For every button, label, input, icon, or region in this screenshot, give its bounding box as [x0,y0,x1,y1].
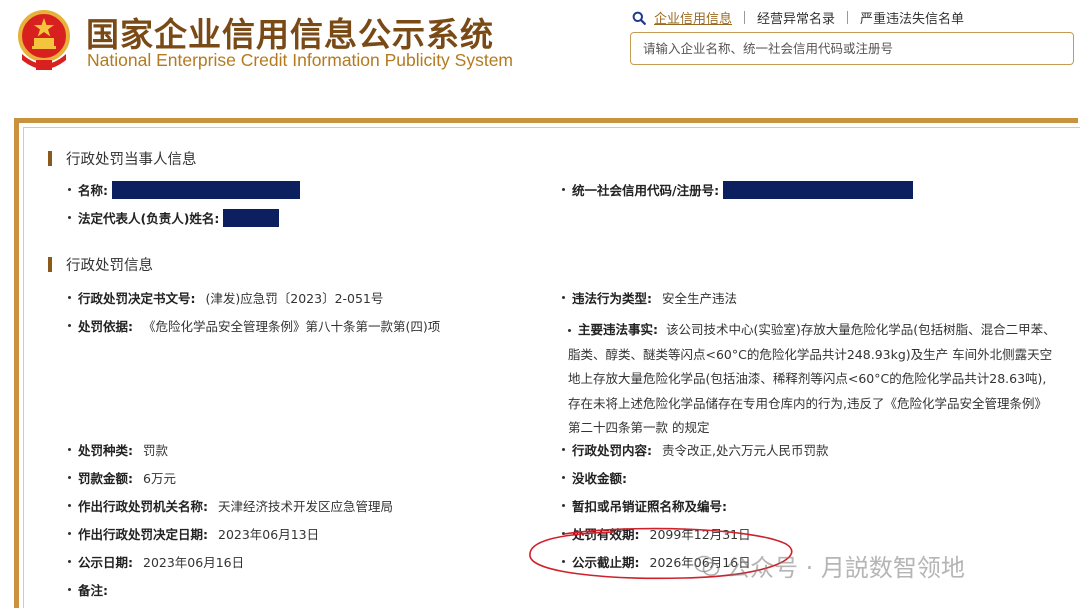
field-label: 行政处罚决定书文号: [78,291,196,306]
field-value: 该公司技术中心(实验室)存放大量危险化学品(包括树脂、混合二甲苯、脂类、醇类、醚… [568,322,1056,435]
bullet-icon [562,448,565,451]
watermark: 公众号 · 月説数智领地 [694,548,965,583]
site-subtitle-en: National Enterprise Credit Information P… [87,50,514,70]
field-value: 罚款 [143,443,169,458]
bullet-icon [68,588,71,591]
nav-blacklist[interactable]: 严重违法失信名单 [848,8,976,27]
bullet-icon [68,476,71,479]
redacted-legal-rep [223,208,280,227]
field-label: 处罚有效期: [572,527,640,542]
nav-enterprise-info[interactable]: 企业信用信息 [654,8,744,27]
field-publicity-date: 公示日期: 2023年06月16日 [68,552,244,571]
field-value: 安全生产违法 [662,291,738,306]
site-title: 国家企业信用信息公示系统 [86,15,494,54]
field-value: 《危险化学品安全管理条例》第八十条第一款第(四)项 [143,319,441,334]
field-penalty-content: 行政处罚内容: 责令改正,处六万元人民币罚款 [562,440,828,459]
bullet-icon [568,329,571,332]
field-label: 备注: [78,583,108,598]
bullet-icon [68,532,71,535]
site-header: 国家企业信用信息公示系统 National Enterprise Credit … [0,0,1080,108]
bullet-icon [68,216,71,219]
field-license: 暂扣或吊销证照名称及编号: [562,496,737,515]
field-decision-no: 行政处罚决定书文号: (津发)应急罚〔2023〕2-051号 [68,288,383,307]
section-title-penalty: 行政处罚信息 [48,254,153,275]
field-label: 违法行为类型: [572,291,652,306]
field-legal-rep: 法定代表人(负责人)姓名: [68,208,280,227]
field-violation-type: 违法行为类型: 安全生产违法 [562,288,737,307]
field-fine-amount: 罚款金额: 6万元 [68,468,176,487]
bullet-icon [562,188,565,191]
field-value: 2099年12月31日 [649,527,751,542]
watermark-text: 公众号 · 月説数智领地 [726,554,965,582]
redacted-name [112,180,300,199]
bullet-icon [562,560,565,563]
bullet-icon [562,296,565,299]
field-value: 2023年06月13日 [218,527,320,542]
field-value: (津发)应急罚〔2023〕2-051号 [205,291,384,306]
field-label: 公示截止期: [572,555,640,570]
field-confiscation: 没收金额: [562,468,637,487]
field-label: 作出行政处罚决定日期: [78,527,208,542]
field-label: 作出行政处罚机关名称: [78,499,208,514]
section-marker [48,151,52,166]
section-title-party: 行政处罚当事人信息 [48,148,197,169]
search-box [630,32,1074,65]
section-title-text: 行政处罚信息 [66,258,153,274]
field-label: 公示日期: [78,555,133,570]
field-basis: 处罚依据: 《危险化学品安全管理条例》第八十条第一款第(四)项 [68,316,440,335]
nav-abnormal-list[interactable]: 经营异常名录 [745,8,847,27]
field-label: 名称: [78,183,108,198]
redacted-credit-code [723,180,914,199]
field-label: 处罚依据: [78,319,133,334]
search-input[interactable] [631,33,1073,64]
field-label: 行政处罚内容: [572,443,652,458]
field-label: 罚款金额: [78,471,133,486]
bullet-icon [562,476,565,479]
field-label: 统一社会信用代码/注册号: [572,183,720,198]
field-penalty-kind: 处罚种类: 罚款 [68,440,168,459]
field-value: 6万元 [143,471,176,486]
bullet-icon [68,296,71,299]
wechat-icon [694,555,720,576]
field-authority: 作出行政处罚机关名称: 天津经济技术开发区应急管理局 [68,496,393,515]
bullet-icon [68,324,71,327]
field-validity: 处罚有效期: 2099年12月31日 [562,524,751,543]
section-marker [48,257,52,272]
field-decision-date: 作出行政处罚决定日期: 2023年06月13日 [68,524,319,543]
field-main-facts: 主要违法事实: 该公司技术中心(实验室)存放大量危险化学品(包括树脂、混合二甲苯… [568,318,1058,441]
field-credit-code: 统一社会信用代码/注册号: [562,180,914,199]
bullet-icon [562,532,565,535]
bullet-icon [68,504,71,507]
top-nav: 企业信用信息 经营异常名录 严重违法失信名单 [632,8,976,27]
field-name: 名称: [68,180,300,199]
field-label: 处罚种类: [78,443,133,458]
bullet-icon [562,504,565,507]
field-label: 主要违法事实: [578,322,658,337]
bullet-icon [68,188,71,191]
field-remarks: 备注: [68,580,118,599]
field-value: 责令改正,处六万元人民币罚款 [662,443,829,458]
field-value: 天津经济技术开发区应急管理局 [218,499,394,514]
search-icon[interactable] [632,11,646,25]
field-label: 没收金额: [572,471,627,486]
bullet-icon [68,560,71,563]
field-label: 法定代表人(负责人)姓名: [78,211,220,226]
section-title-text: 行政处罚当事人信息 [66,152,197,168]
field-label: 暂扣或吊销证照名称及编号: [572,499,727,514]
national-emblem-icon[interactable] [14,8,74,72]
bullet-icon [68,448,71,451]
field-value: 2023年06月16日 [143,555,245,570]
